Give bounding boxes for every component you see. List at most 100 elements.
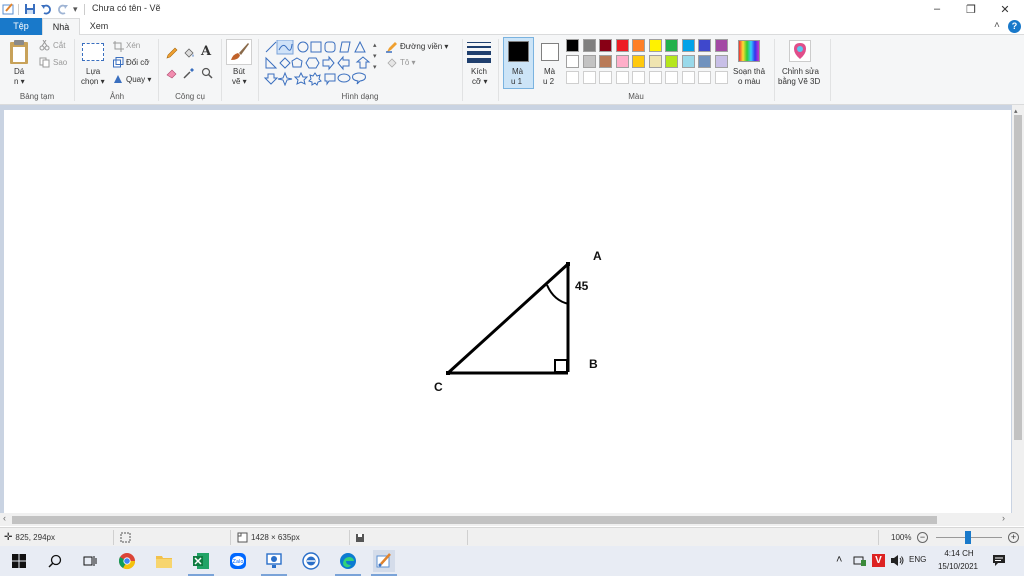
- zoom-in-icon[interactable]: +: [1008, 532, 1019, 543]
- fill-icon[interactable]: [386, 57, 398, 71]
- zoom-out-icon[interactable]: −: [917, 532, 928, 543]
- palette-swatch[interactable]: [566, 39, 579, 52]
- vertical-scrollbar[interactable]: ▴: [1012, 105, 1024, 526]
- copy-icon[interactable]: [39, 57, 50, 70]
- search-icon[interactable]: [44, 550, 66, 572]
- custom-color-slot[interactable]: [698, 71, 711, 84]
- paint3d-label-1[interactable]: Chỉnh sửa: [782, 67, 819, 76]
- horizontal-scrollbar[interactable]: ‹ ›: [0, 513, 1024, 526]
- rotate-icon[interactable]: [113, 73, 124, 86]
- scroll-up-icon[interactable]: ▴: [1014, 107, 1018, 115]
- brushes-label-2[interactable]: vẽ ▾: [232, 77, 247, 86]
- edge-icon[interactable]: [337, 550, 359, 572]
- text-tool-icon[interactable]: A: [201, 44, 211, 59]
- fill-bucket-icon[interactable]: [183, 47, 195, 61]
- notifications-icon[interactable]: [992, 554, 1006, 569]
- resize-button[interactable]: Đổi cỡ: [126, 58, 149, 67]
- custom-color-slot[interactable]: [566, 71, 579, 84]
- shapes-scroll-icon[interactable]: ▴ ▾ ▾: [373, 40, 377, 73]
- redo-icon[interactable]: [57, 2, 69, 16]
- resize-icon[interactable]: [113, 57, 124, 70]
- rotate-button[interactable]: Quay ▾: [126, 75, 151, 84]
- zalo-icon[interactable]: Zalo: [227, 550, 249, 572]
- palette-swatch[interactable]: [648, 39, 662, 52]
- palette-swatch[interactable]: [566, 55, 579, 68]
- palette-swatch[interactable]: [681, 39, 695, 52]
- tab-home[interactable]: Nhà: [42, 18, 80, 36]
- task-view-icon[interactable]: [79, 550, 101, 572]
- fill-button[interactable]: Tô ▾: [400, 58, 416, 67]
- custom-color-slot[interactable]: [582, 71, 596, 84]
- palette-swatch[interactable]: [615, 39, 629, 52]
- clock-date[interactable]: 15/10/2021: [934, 562, 982, 571]
- clock-time[interactable]: 4:14 CH: [938, 549, 980, 558]
- magnifier-icon[interactable]: [201, 67, 213, 81]
- paint-app-icon[interactable]: [2, 2, 16, 16]
- quick-access-dropdown-icon[interactable]: ▾: [73, 2, 78, 16]
- size-icon[interactable]: [467, 42, 491, 64]
- custom-color-slot[interactable]: [615, 71, 629, 84]
- close-button[interactable]: ✕: [988, 0, 1022, 18]
- custom-color-slot[interactable]: [714, 71, 728, 84]
- teamviewer-icon[interactable]: [300, 550, 322, 572]
- remote-desktop-icon[interactable]: [263, 550, 285, 572]
- paint-taskbar-icon[interactable]: [373, 550, 395, 572]
- show-hidden-icons-icon[interactable]: ˄: [836, 554, 842, 566]
- tab-view[interactable]: Xem: [82, 18, 116, 35]
- pencil-icon[interactable]: [166, 47, 178, 61]
- palette-swatch[interactable]: [599, 55, 612, 68]
- help-icon[interactable]: ?: [1008, 20, 1021, 33]
- outline-button[interactable]: Đường viền ▾: [400, 42, 448, 51]
- cut-icon[interactable]: [39, 39, 50, 53]
- excel-icon[interactable]: [190, 550, 212, 572]
- palette-swatch[interactable]: [714, 39, 728, 52]
- edit-colors-label-1[interactable]: Soạn thả: [733, 67, 765, 76]
- volume-icon[interactable]: [890, 554, 904, 569]
- scroll-left-icon[interactable]: ‹: [3, 513, 6, 523]
- select-icon[interactable]: [82, 43, 104, 61]
- eraser-icon[interactable]: [166, 67, 178, 81]
- edit-colors-icon[interactable]: [738, 40, 760, 62]
- palette-swatch[interactable]: [648, 55, 662, 68]
- language-indicator[interactable]: ENG: [909, 555, 926, 564]
- antivirus-icon[interactable]: V: [872, 554, 885, 567]
- paste-button[interactable]: [8, 39, 30, 67]
- color1-swatch[interactable]: [508, 41, 529, 62]
- windows-start-icon[interactable]: [8, 550, 30, 572]
- palette-swatch[interactable]: [665, 55, 678, 68]
- custom-color-slot[interactable]: [599, 71, 612, 84]
- crop-button[interactable]: Xén: [126, 41, 140, 50]
- palette-swatch[interactable]: [615, 55, 629, 68]
- palette-swatch[interactable]: [632, 55, 645, 68]
- chrome-icon[interactable]: [116, 550, 138, 572]
- scroll-right-icon[interactable]: ›: [1002, 513, 1005, 523]
- copy-button[interactable]: Sao: [53, 58, 67, 67]
- size-label-2[interactable]: cỡ ▾: [472, 77, 487, 86]
- palette-swatch[interactable]: [681, 55, 695, 68]
- brushes-icon[interactable]: [226, 39, 252, 65]
- paint3d-icon[interactable]: [789, 40, 811, 62]
- paint3d-label-2[interactable]: bằng Vẽ 3D: [778, 77, 820, 86]
- cut-button[interactable]: Cắt: [53, 41, 65, 50]
- edit-colors-label-2[interactable]: o màu: [738, 77, 760, 86]
- drawing-canvas[interactable]: A 45 B C: [4, 110, 1011, 518]
- save-icon[interactable]: [24, 2, 36, 16]
- custom-color-slot[interactable]: [665, 71, 678, 84]
- palette-swatch[interactable]: [698, 39, 711, 52]
- custom-color-slot[interactable]: [648, 71, 662, 84]
- shapes-gallery[interactable]: [263, 39, 381, 90]
- color-picker-icon[interactable]: [183, 67, 195, 81]
- outline-icon[interactable]: [386, 41, 398, 55]
- restore-button[interactable]: ❐: [954, 0, 988, 18]
- palette-swatch[interactable]: [582, 39, 596, 52]
- network-icon[interactable]: [853, 555, 867, 569]
- tab-file[interactable]: Tệp: [0, 18, 42, 35]
- palette-swatch[interactable]: [698, 55, 711, 68]
- undo-icon[interactable]: [40, 2, 52, 16]
- minimize-button[interactable]: –: [920, 0, 954, 18]
- file-explorer-icon[interactable]: [153, 550, 175, 572]
- horizontal-scroll-thumb[interactable]: [12, 516, 937, 524]
- custom-color-slot[interactable]: [681, 71, 695, 84]
- color2-swatch[interactable]: [541, 43, 559, 61]
- select-label-2[interactable]: chọn ▾: [81, 77, 105, 86]
